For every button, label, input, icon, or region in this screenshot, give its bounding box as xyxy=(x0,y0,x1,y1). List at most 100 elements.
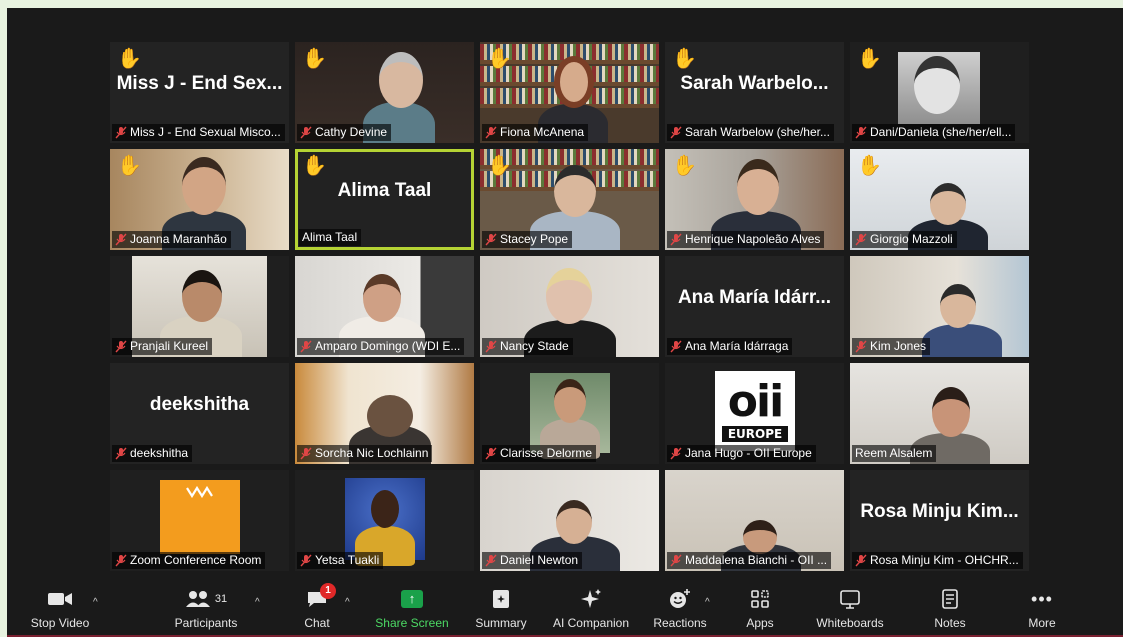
more-button[interactable]: ••• More xyxy=(1019,583,1065,637)
participant-tile[interactable]: Nancy Stade xyxy=(480,256,659,357)
participant-name: Joanna Maranhão xyxy=(130,232,227,246)
participant-tile[interactable]: Kim Jones xyxy=(850,256,1029,357)
participant-name-label: Amparo Domingo (WDI E... xyxy=(297,338,465,355)
participant-tile[interactable]: Daniel Newton xyxy=(480,470,659,571)
sparkle-icon xyxy=(581,589,601,608)
muted-mic-icon xyxy=(670,554,682,567)
participant-name-label: Miss J - End Sexual Misco... xyxy=(112,124,285,141)
chat-button[interactable]: 1 Chat xyxy=(297,583,337,637)
participant-tile[interactable]: Pranjali Kureel xyxy=(110,256,289,357)
participant-tile[interactable]: Sorcha Nic Lochlainn xyxy=(295,363,474,464)
participant-name-label: Fiona McAnena xyxy=(482,124,589,141)
video-camera-icon xyxy=(48,593,72,605)
person-head xyxy=(743,520,777,554)
raised-hand-icon: ✋ xyxy=(487,48,512,70)
summary-document-icon xyxy=(493,590,509,608)
participant-name-label: Stacey Pope xyxy=(482,231,573,248)
raised-hand-icon: ✋ xyxy=(302,48,327,70)
muted-mic-icon xyxy=(115,340,127,353)
participant-tile[interactable]: Rosa Minju Kim... Rosa Minju Kim - OHCHR… xyxy=(850,470,1029,571)
participant-name: Henrique Napoleão Alves xyxy=(685,232,821,246)
participant-tile[interactable]: oii EUROPE Jana Hugo - OII Europe xyxy=(665,363,844,464)
summary-button[interactable]: Summary xyxy=(471,583,531,637)
participant-name-label: Cathy Devine xyxy=(297,124,392,141)
participant-tile[interactable]: Yetsa Tuakli xyxy=(295,470,474,571)
participant-name: Stacey Pope xyxy=(500,232,569,246)
participant-tile[interactable]: ✋ Henrique Napoleão Alves xyxy=(665,149,844,250)
participant-tile-active-speaker[interactable]: Alima Taal ✋ Alima Taal xyxy=(295,149,474,250)
muted-mic-icon xyxy=(670,126,682,139)
participant-tile[interactable]: Zoom Conference Room xyxy=(110,470,289,571)
video-options-caret-icon[interactable]: ^ xyxy=(93,597,98,608)
participant-name: Jana Hugo - OII Europe xyxy=(685,446,812,460)
participant-display-name: Ana María Idárr... xyxy=(677,286,832,308)
muted-mic-icon xyxy=(115,233,127,246)
participants-options-caret-icon[interactable]: ^ xyxy=(255,597,260,608)
reactions-button[interactable]: Reactions xyxy=(649,583,711,637)
participant-name: Rosa Minju Kim - OHCHR... xyxy=(870,553,1019,567)
notes-button[interactable]: Notes xyxy=(925,583,975,637)
participant-tile[interactable]: Clarisse Delorme xyxy=(480,363,659,464)
participant-display-name: deekshitha xyxy=(149,393,250,415)
muted-mic-icon xyxy=(300,447,312,460)
reactions-options-caret-icon[interactable]: ^ xyxy=(705,597,710,608)
muted-mic-icon xyxy=(300,554,312,567)
ai-companion-button[interactable]: AI Companion xyxy=(545,583,637,637)
share-screen-button[interactable]: ↑ Share Screen xyxy=(371,583,453,637)
participant-tile[interactable]: Ana María Idárr... Ana María Idárraga xyxy=(665,256,844,357)
apps-button[interactable]: Apps xyxy=(737,583,783,637)
participant-name-label: Dani/Daniela (she/her/ell... xyxy=(852,124,1016,141)
whiteboards-button[interactable]: Whiteboards xyxy=(807,583,893,637)
chat-options-caret-icon[interactable]: ^ xyxy=(345,597,350,608)
person-head xyxy=(554,56,594,108)
apps-grid-icon xyxy=(751,590,769,608)
participant-tile[interactable]: ✋ Dani/Daniela (she/her/ell... xyxy=(850,42,1029,143)
participant-name-label: Sorcha Nic Lochlainn xyxy=(297,445,433,462)
participant-tile[interactable]: ✋ Giorgio Mazzoli xyxy=(850,149,1029,250)
participant-tile[interactable]: Reem Alsalem xyxy=(850,363,1029,464)
participants-count: 31 xyxy=(214,593,228,605)
participant-name: Sorcha Nic Lochlainn xyxy=(315,446,429,460)
person-head xyxy=(182,157,226,215)
muted-mic-icon xyxy=(485,447,497,460)
participant-name: Alima Taal xyxy=(302,230,358,244)
participant-name: Ana María Idárraga xyxy=(685,339,789,353)
muted-mic-icon xyxy=(855,233,867,246)
muted-mic-icon xyxy=(485,340,497,353)
meeting-toolbar: Stop Video ^ 31 Participants ^ 1 Chat ^ … xyxy=(7,583,1123,637)
participant-tile[interactable]: deekshitha deekshitha xyxy=(110,363,289,464)
raised-hand-icon: ✋ xyxy=(672,155,697,177)
participant-tile[interactable]: Amparo Domingo (WDI E... xyxy=(295,256,474,357)
stop-video-button[interactable]: Stop Video xyxy=(21,583,99,637)
participant-name-label: Jana Hugo - OII Europe xyxy=(667,445,816,462)
participant-name-label: Maddalena Bianchi - OII ... xyxy=(667,552,832,569)
more-dots-icon: ••• xyxy=(1031,589,1053,609)
muted-mic-icon xyxy=(670,447,682,460)
oii-europe-logo: oii EUROPE xyxy=(715,371,795,451)
participant-name-label: Alima Taal xyxy=(299,229,362,246)
participant-name: Pranjali Kureel xyxy=(130,339,209,353)
person-silhouette xyxy=(922,324,1002,357)
participant-tile[interactable]: ✋ Joanna Maranhão xyxy=(110,149,289,250)
participant-tile[interactable]: Maddalena Bianchi - OII ... xyxy=(665,470,844,571)
participants-icon xyxy=(185,591,210,607)
muted-mic-icon xyxy=(670,233,682,246)
participant-tile[interactable]: Sarah Warbelo... ✋ Sarah Warbelow (she/h… xyxy=(665,42,844,143)
participant-tile[interactable]: Miss J - End Sex... ✋ Miss J - End Sexua… xyxy=(110,42,289,143)
participant-name-label: Clarisse Delorme xyxy=(482,445,597,462)
participants-button[interactable]: 31 Participants xyxy=(167,583,245,637)
share-screen-icon: ↑ xyxy=(401,590,423,608)
participant-tile[interactable]: ✋ Cathy Devine xyxy=(295,42,474,143)
participant-tile[interactable]: ✋ Stacey Pope xyxy=(480,149,659,250)
muted-mic-icon xyxy=(485,554,497,567)
participant-name: Fiona McAnena xyxy=(500,125,585,139)
person-head xyxy=(367,395,413,437)
participant-name-label: Henrique Napoleão Alves xyxy=(667,231,825,248)
muted-mic-icon xyxy=(855,554,867,567)
participant-name: Cathy Devine xyxy=(315,125,388,139)
participant-tile[interactable]: ✋ Fiona McAnena xyxy=(480,42,659,143)
person-head xyxy=(371,490,399,528)
participant-name-label: Zoom Conference Room xyxy=(112,552,266,569)
participant-name: Amparo Domingo (WDI E... xyxy=(315,339,461,353)
participant-name: Kim Jones xyxy=(870,339,927,353)
